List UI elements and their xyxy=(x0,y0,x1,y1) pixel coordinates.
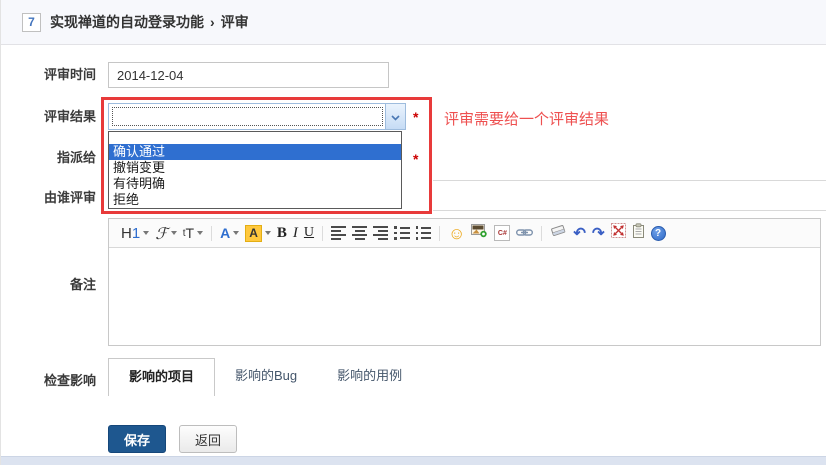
review-time-label: 评审时间 xyxy=(43,67,96,82)
review-time-input[interactable] xyxy=(108,62,389,88)
heading-button[interactable]: H1 xyxy=(118,222,152,244)
align-center-button[interactable] xyxy=(349,222,370,244)
review-page: 7 实现禅道的自动登录功能 › 评审 评审时间 评审结果 指派给 由谁评审 备注… xyxy=(0,0,826,465)
required-asterisk: * xyxy=(413,109,419,125)
highlight-color-button[interactable]: A xyxy=(242,222,274,244)
comment-label: 备注 xyxy=(69,277,96,292)
back-button[interactable]: 返回 xyxy=(179,425,238,453)
heading-icon: H xyxy=(121,224,132,242)
page-header: 7 实现禅道的自动登录功能 › 评审 xyxy=(1,0,826,45)
bold-button[interactable]: B xyxy=(274,222,290,244)
form-actions: 保存 返回 xyxy=(108,425,238,453)
page-action-title: 评审 xyxy=(220,14,249,30)
code-icon: C# xyxy=(494,225,511,241)
text-color-icon: A xyxy=(220,225,231,241)
dropdown-option-empty[interactable] xyxy=(109,132,401,144)
remove-format-button[interactable] xyxy=(547,222,570,244)
check-impact-label: 检查影响 xyxy=(43,373,96,388)
align-right-button[interactable] xyxy=(370,222,391,244)
fullscreen-button[interactable] xyxy=(608,222,629,244)
font-size-button[interactable]: tT xyxy=(180,222,206,244)
align-right-icon xyxy=(373,226,389,240)
help-button[interactable]: ? xyxy=(648,222,669,244)
clipboard-icon xyxy=(632,222,645,244)
align-left-button[interactable] xyxy=(328,222,349,244)
review-result-label: 评审结果 xyxy=(43,109,96,124)
text-color-button[interactable]: A xyxy=(217,222,242,244)
review-result-dropdown: 确认通过 撤销变更 有待明确 拒绝 xyxy=(108,131,402,209)
redo-button[interactable]: ↷ xyxy=(589,222,608,244)
toolbar-divider xyxy=(439,225,441,241)
tab-affected-cases[interactable]: 影响的用例 xyxy=(317,358,422,394)
eraser-icon xyxy=(550,224,567,242)
assigned-to-label: 指派给 xyxy=(56,150,96,165)
toolbar-divider xyxy=(541,225,543,241)
dropdown-option-reject[interactable]: 拒绝 xyxy=(109,192,401,208)
breadcrumb-separator: › xyxy=(210,14,215,30)
paste-button[interactable] xyxy=(629,222,648,244)
font-family-icon: ℱ xyxy=(155,223,168,243)
font-family-button[interactable]: ℱ xyxy=(152,222,180,244)
dropdown-option-revert-change[interactable]: 撤销变更 xyxy=(109,160,401,176)
italic-button[interactable]: I xyxy=(290,222,301,244)
help-icon: ? xyxy=(650,225,666,241)
align-left-icon xyxy=(331,226,347,240)
toolbar-divider xyxy=(211,225,213,241)
save-button[interactable]: 保存 xyxy=(108,425,167,453)
caret-icon xyxy=(170,231,177,235)
unordered-list-icon xyxy=(415,226,432,240)
caret-icon xyxy=(264,231,271,235)
review-result-select[interactable] xyxy=(108,103,406,130)
editor-toolbar: H1 ℱ tT A A B I U ☺ C# ↶ ↷ ? xyxy=(109,219,820,248)
insert-link-button[interactable] xyxy=(513,222,536,244)
chevron-down-icon xyxy=(391,108,400,126)
editor-content-area[interactable] xyxy=(109,248,820,345)
select-dropdown-button[interactable] xyxy=(385,104,405,129)
highlight-color-icon: A xyxy=(245,224,262,242)
row-divider xyxy=(433,180,826,181)
image-icon xyxy=(471,223,488,243)
underline-button[interactable]: U xyxy=(301,222,317,244)
undo-button[interactable]: ↶ xyxy=(570,222,589,244)
insert-code-button[interactable]: C# xyxy=(491,222,513,244)
caret-icon xyxy=(233,231,240,235)
smiley-icon: ☺ xyxy=(448,223,466,243)
emoticon-button[interactable]: ☺ xyxy=(445,222,468,244)
unordered-list-button[interactable] xyxy=(413,222,435,244)
caret-icon xyxy=(197,231,204,235)
dropdown-option-confirm-pass[interactable]: 确认通过 xyxy=(109,144,401,160)
ordered-list-button[interactable] xyxy=(391,222,413,244)
ordered-list-icon xyxy=(394,226,410,240)
tab-affected-bugs[interactable]: 影响的Bug xyxy=(215,358,317,394)
row-divider xyxy=(433,210,826,211)
annotation-text: 评审需要给一个评审结果 xyxy=(444,111,610,128)
dropdown-option-to-be-clarified[interactable]: 有待明确 xyxy=(109,176,401,192)
insert-image-button[interactable] xyxy=(468,222,491,244)
impact-tabs: 影响的项目 影响的Bug 影响的用例 xyxy=(108,358,422,396)
footer-bar xyxy=(1,456,826,465)
story-title: 实现禅道的自动登录功能 xyxy=(50,14,204,30)
toolbar-divider xyxy=(322,225,324,241)
required-asterisk: * xyxy=(413,151,419,167)
fullscreen-icon xyxy=(610,223,626,243)
tab-affected-projects[interactable]: 影响的项目 xyxy=(108,358,216,396)
link-icon xyxy=(516,224,534,242)
reviewed-by-label: 由谁评审 xyxy=(43,190,96,205)
select-value-area xyxy=(112,107,383,126)
caret-icon xyxy=(143,231,150,235)
comment-editor: H1 ℱ tT A A B I U ☺ C# ↶ ↷ ? xyxy=(108,218,821,346)
story-id-badge: 7 xyxy=(22,12,41,32)
align-center-icon xyxy=(352,226,368,240)
